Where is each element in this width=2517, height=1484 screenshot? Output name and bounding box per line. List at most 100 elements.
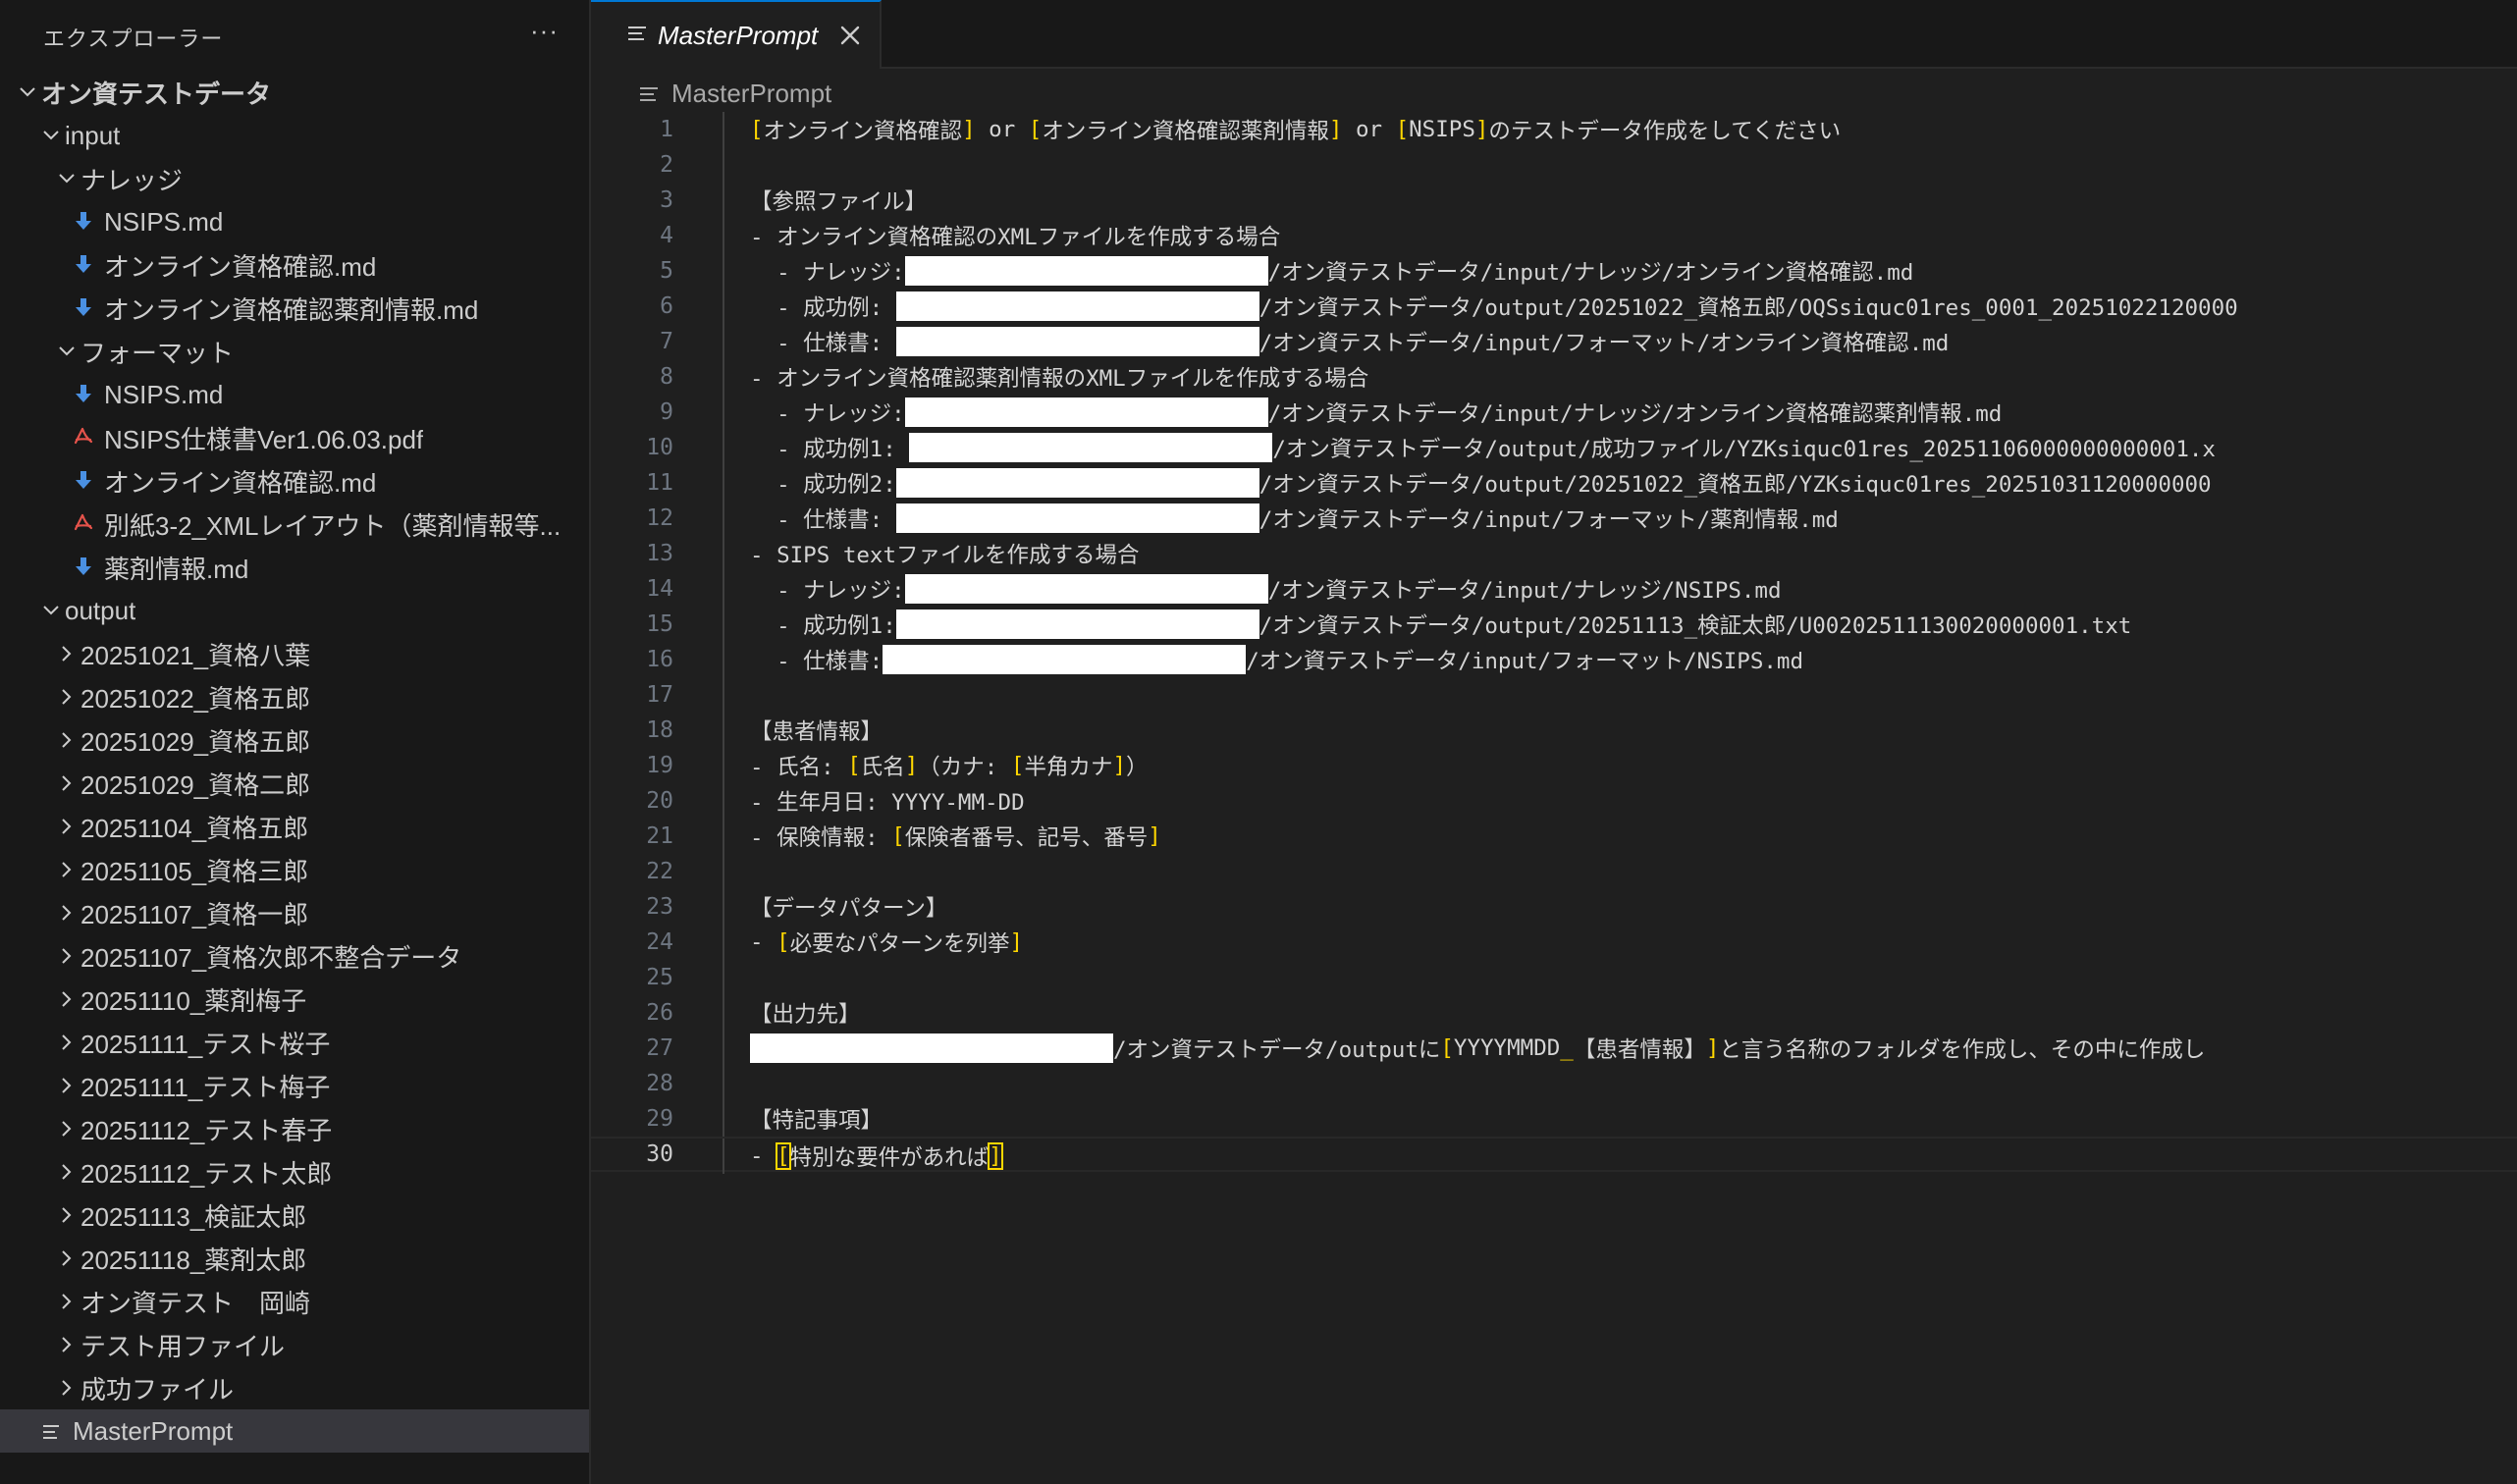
chevron-right-icon[interactable]: [53, 688, 80, 706]
chevron-down-icon[interactable]: [37, 605, 65, 616]
chevron-right-icon[interactable]: [53, 1077, 80, 1094]
code-line[interactable]: 14 - ナレッジ: /オン資テストデータ/input/ナレッジ/NSIPS.md: [591, 571, 2517, 607]
tree-folder[interactable]: 20251112_テスト春子: [0, 1107, 589, 1150]
tree-folder[interactable]: 20251113_検証太郎: [0, 1193, 589, 1237]
code-line[interactable]: 29 【特記事項】: [591, 1101, 2517, 1137]
tree-item-label: 20251029_資格二郎: [80, 769, 311, 800]
line-number: 22: [646, 859, 673, 884]
tree-folder[interactable]: 20251110_薬剤梅子: [0, 978, 589, 1021]
code-line[interactable]: 11 - 成功例2: /オン資テストデータ/output/20251022_資格五…: [591, 465, 2517, 501]
tree-folder[interactable]: 成功ファイル: [0, 1366, 589, 1409]
tree-folder[interactable]: 20251104_資格五郎: [0, 805, 589, 848]
tree-folder[interactable]: 20251112_テスト太郎: [0, 1150, 589, 1193]
code-line[interactable]: 12 - 仕様書: /オン資テストデータ/input/フォーマット/薬剤情報.m…: [591, 501, 2517, 536]
chevron-right-icon[interactable]: [53, 774, 80, 792]
tree-file[interactable]: MasterPrompt: [0, 1409, 589, 1453]
tree-file[interactable]: NSIPS.md: [0, 373, 589, 416]
tree-folder[interactable]: 20251111_テスト桜子: [0, 1021, 589, 1064]
code-line[interactable]: 8 - オンライン資格確認薬剤情報のXMLファイルを作成する場合: [591, 359, 2517, 395]
tree-folder[interactable]: フォーマット: [0, 330, 589, 373]
indent-guide: [723, 1031, 724, 1066]
code-line[interactable]: 4 - オンライン資格確認のXMLファイルを作成する場合: [591, 218, 2517, 253]
tree-folder[interactable]: 20251029_資格二郎: [0, 762, 589, 805]
more-actions-icon[interactable]: ···: [530, 16, 559, 46]
tree-file[interactable]: 薬剤情報.md: [0, 546, 589, 589]
tree-folder[interactable]: テスト用ファイル: [0, 1323, 589, 1366]
chevron-right-icon[interactable]: [53, 1249, 80, 1267]
chevron-down-icon[interactable]: [14, 86, 41, 98]
code-line[interactable]: 7 - 仕様書: /オン資テストデータ/input/フォーマット/オンライン資格…: [591, 324, 2517, 359]
chevron-right-icon[interactable]: [53, 1379, 80, 1397]
chevron-right-icon[interactable]: [53, 1336, 80, 1353]
chevron-down-icon[interactable]: [53, 173, 80, 185]
tree-folder[interactable]: 20251107_資格一郎: [0, 891, 589, 934]
tree-file[interactable]: オンライン資格確認.md: [0, 459, 589, 503]
tree-folder[interactable]: 20251111_テスト梅子: [0, 1064, 589, 1107]
code-line[interactable]: 20 - 生年月日: YYYY-MM-DD: [591, 783, 2517, 819]
tree-file[interactable]: 別紙3-2_XMLレイアウト（薬剤情報等...: [0, 503, 589, 546]
close-icon[interactable]: [838, 24, 862, 47]
code-line[interactable]: 28: [591, 1066, 2517, 1101]
chevron-right-icon[interactable]: [53, 1120, 80, 1138]
code-editor[interactable]: 1[オンライン資格確認] or [オンライン資格確認薬剤情報] or [NSIP…: [591, 112, 2517, 1174]
breadcrumb[interactable]: MasterPrompt: [634, 77, 831, 110]
tree-folder[interactable]: 20251105_資格三郎: [0, 848, 589, 891]
chevron-right-icon[interactable]: [53, 947, 80, 965]
code-line[interactable]: 19- 氏名: [氏名] （カナ: [半角カナ]）: [591, 748, 2517, 783]
code-line[interactable]: 3 【参照ファイル】: [591, 183, 2517, 218]
tree-folder[interactable]: input: [0, 114, 589, 157]
chevron-down-icon[interactable]: [37, 130, 65, 141]
code-line[interactable]: 1[オンライン資格確認] or [オンライン資格確認薬剤情報] or [NSIP…: [591, 112, 2517, 147]
chevron-right-icon[interactable]: [53, 1163, 80, 1181]
code-line[interactable]: 25: [591, 960, 2517, 995]
tree-folder[interactable]: オン資テストデータ: [0, 71, 589, 114]
chevron-right-icon[interactable]: [53, 1206, 80, 1224]
chevron-right-icon[interactable]: [53, 990, 80, 1008]
code-line[interactable]: 16 - 仕様書: /オン資テストデータ/input/フォーマット/NSIPS.m…: [591, 642, 2517, 677]
chevron-right-icon[interactable]: [53, 861, 80, 878]
code-line[interactable]: 15 - 成功例1: /オン資テストデータ/output/20251113_検証太…: [591, 607, 2517, 642]
chevron-right-icon[interactable]: [53, 818, 80, 835]
tree-folder[interactable]: 20251118_薬剤太郎: [0, 1237, 589, 1280]
tree-folder[interactable]: ナレッジ: [0, 157, 589, 200]
code-line[interactable]: 13 - SIPS textファイルを作成する場合: [591, 536, 2517, 571]
code-line[interactable]: 30 - [特別な要件があれば]: [591, 1137, 2517, 1174]
code-line[interactable]: 26 【出力先】: [591, 995, 2517, 1031]
code-text: （カナ:: [918, 755, 1011, 780]
tree-file[interactable]: オンライン資格確認.md: [0, 243, 589, 287]
tree-folder[interactable]: 20251022_資格五郎: [0, 675, 589, 718]
chevron-right-icon[interactable]: [53, 731, 80, 749]
bracket: [: [777, 929, 790, 955]
tree-folder[interactable]: 20251029_資格五郎: [0, 718, 589, 762]
chevron-right-icon[interactable]: [53, 1293, 80, 1310]
code-line[interactable]: 17: [591, 677, 2517, 713]
tree-folder[interactable]: output: [0, 589, 589, 632]
code-line[interactable]: 10 - 成功例1: /オン資テストデータ/output/成功ファイル/YZKs…: [591, 430, 2517, 465]
code-line[interactable]: 9 - ナレッジ: /オン資テストデータ/input/ナレッジ/オンライン資格確認…: [591, 395, 2517, 430]
code-line[interactable]: 21 - 保険情報: [保険者番号、記号、番号]: [591, 819, 2517, 854]
chevron-down-icon[interactable]: [53, 345, 80, 357]
tab-masterprompt[interactable]: MasterPrompt: [591, 0, 882, 69]
bracket: [: [1395, 117, 1410, 142]
code-line[interactable]: 2: [591, 147, 2517, 183]
code-line[interactable]: 23 【データパターン】: [591, 889, 2517, 925]
tree-item-label: ナレッジ: [80, 165, 184, 195]
tree-folder[interactable]: 20251107_資格次郎不整合データ: [0, 934, 589, 978]
tree-folder[interactable]: オン資テスト 岡崎: [0, 1280, 589, 1323]
code-line[interactable]: 18 【患者情報】: [591, 713, 2517, 748]
code-line[interactable]: 27/オン資テストデータ/outputに[YYYYMMDD _ 【患者情報】] と言う…: [591, 1031, 2517, 1066]
markdown-icon: [69, 293, 98, 324]
chevron-right-icon[interactable]: [53, 645, 80, 662]
code-line[interactable]: 24 - [必要なパターンを列挙]: [591, 925, 2517, 960]
chevron-right-icon[interactable]: [53, 1034, 80, 1051]
code-line[interactable]: 6 - 成功例: /オン資テストデータ/output/20251022_資格五郎…: [591, 289, 2517, 324]
code-line[interactable]: 5 - ナレッジ: /オン資テストデータ/input/ナレッジ/オンライン資格確認…: [591, 253, 2517, 289]
line-content: - 成功例2: /オン資テストデータ/output/20251022_資格五郎/Y…: [750, 465, 2212, 501]
line-number: 27: [646, 1035, 673, 1061]
tree-file[interactable]: NSIPS仕様書Ver1.06.03.pdf: [0, 416, 589, 459]
tree-folder[interactable]: 20251021_資格八葉: [0, 632, 589, 675]
tree-file[interactable]: NSIPS.md: [0, 200, 589, 243]
tree-file[interactable]: オンライン資格確認薬剤情報.md: [0, 287, 589, 330]
chevron-right-icon[interactable]: [53, 904, 80, 922]
code-line[interactable]: 22: [591, 854, 2517, 889]
